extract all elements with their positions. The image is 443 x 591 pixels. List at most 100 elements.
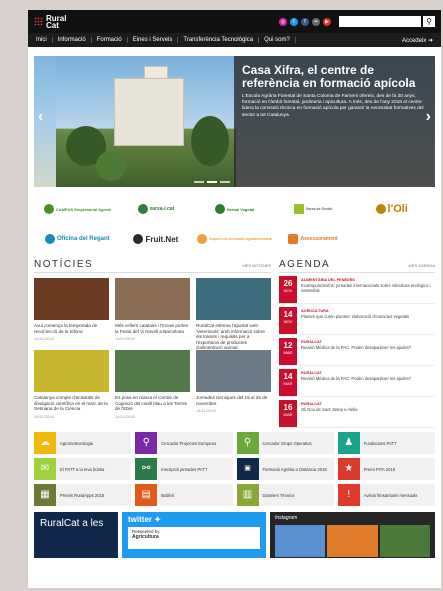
- link-dossiers[interactable]: ▥ Dossiers Tècnics: [236, 484, 334, 506]
- agenda-body: AGRICULTURA Plantes que curen plantes: el…: [297, 307, 435, 334]
- link-agrometeorologia[interactable]: ☁ Agrometeorologia: [34, 432, 132, 454]
- building: [114, 78, 184, 146]
- more-agenda-link[interactable]: MÉS AGENDA: [409, 263, 435, 268]
- news-image[interactable]: [34, 350, 109, 392]
- nav-item-inici[interactable]: Inici: [31, 37, 53, 43]
- access-label: Accedeix: [401, 37, 427, 44]
- link-projectes-europeus[interactable]: ⚲ Cercador Projectes Europeus: [135, 432, 233, 454]
- agenda-item[interactable]: 16 MAR RURALCAT Oli Nou de Sant Josep a Al…: [279, 400, 435, 428]
- news-card[interactable]: Es posa en marxa el Centre de Cognició d…: [115, 350, 190, 422]
- partner-label: CAMPUS Empresarial Agroal: [55, 206, 111, 212]
- agenda-date: 14 NOV: [279, 307, 297, 334]
- facebook-icon[interactable]: f: [301, 17, 309, 26]
- agenda-day: 16: [283, 403, 293, 412]
- news-card-title[interactable]: Catalunya compte d'activitats de divulga…: [34, 395, 109, 412]
- link-grups-operatius[interactable]: ⚲ Cercador Grups Operatius: [236, 432, 334, 454]
- agenda-title: AGENDA: [279, 259, 331, 270]
- link-inscripcio-jornades[interactable]: ⚯ Inscripció jornades PATT: [135, 458, 233, 480]
- partner-xarxa[interactable]: xarxa-i.cat: [117, 195, 196, 223]
- agenda-text[interactable]: EcoEspumósVins: jornades internacionals …: [301, 283, 431, 293]
- agenda-text[interactable]: Revisió Mèdica de la PAC: Poden desaparè…: [301, 376, 431, 381]
- news-card[interactable]: Catalunya compte d'activitats de divulga…: [34, 350, 109, 422]
- news-card-title[interactable]: Avui comença la temporada de recol·lecci…: [34, 323, 109, 334]
- agenda-item[interactable]: 12 MAR RURALCAT Revisió Mèdica de la PAC: …: [279, 338, 435, 366]
- link-butlleti[interactable]: ▤ Butlletí: [135, 484, 233, 506]
- search-icon[interactable]: ⚲: [423, 16, 435, 27]
- instagram-widget[interactable]: Instagram: [270, 512, 435, 558]
- news-image[interactable]: [115, 278, 190, 320]
- prev-slide-icon[interactable]: ‹: [38, 108, 43, 126]
- ruralcat-logo[interactable]: Rural Cat: [34, 14, 66, 30]
- partner-oli[interactable]: l'Oli: [352, 195, 431, 223]
- agenda-text[interactable]: Oli Nou de Sant Josep a Alella: [301, 407, 431, 412]
- partner-fruitnet[interactable]: Fruit.Net: [117, 225, 196, 253]
- nav-item-eines-serveis[interactable]: Eines i Serveis: [128, 37, 179, 43]
- youtube-icon[interactable]: ▶: [323, 17, 331, 26]
- tweet-user[interactable]: Agricultura: [132, 534, 256, 540]
- link-label: Agrometeorologia: [60, 440, 94, 446]
- news-header: NOTÍCIES MÉS NOTÍCIES: [34, 259, 271, 273]
- more-news-link[interactable]: MÉS NOTÍCIES: [242, 263, 271, 268]
- link-patt-bustia[interactable]: ✉ El PATT a la teva bústia: [34, 458, 132, 480]
- link-label: Premis RuralApps 2018: [60, 492, 105, 498]
- link-label: Formació Agrària a Distància 2018: [262, 466, 327, 472]
- twitter-icon[interactable]: t: [290, 17, 298, 26]
- news-card[interactable]: Avui comença la temporada de recol·lecci…: [34, 278, 109, 350]
- nav-item-transferencia[interactable]: Transferència Tecnològica: [178, 37, 260, 43]
- news-card[interactable]: RuralCat estrena l'apartat web 'Veterina…: [196, 278, 271, 358]
- agenda-header: AGENDA MÉS AGENDA: [279, 259, 435, 273]
- link-fad[interactable]: ▣ Formació Agrària a Distància 2018: [236, 458, 334, 480]
- news-card[interactable]: Jornades tècniques del 15 al 25 de novem…: [196, 350, 271, 422]
- news-card-title[interactable]: RuralCat estrena l'apartat web 'Veterina…: [196, 323, 271, 351]
- partner-assessorament[interactable]: Assessorament: [274, 225, 353, 253]
- access-button[interactable]: Accedeix ➜: [397, 37, 438, 44]
- next-slide-icon[interactable]: ›: [426, 108, 431, 126]
- partner-label: l'Oli: [387, 203, 408, 215]
- news-card-date: 14/11/2018: [196, 408, 216, 414]
- link-label: Cercador Projectes Europeus: [161, 440, 217, 446]
- agenda-item[interactable]: 26 NOV ALIMENTÀRIA DEL PENEDÈS EcoEspumósV…: [279, 276, 435, 304]
- news-image[interactable]: [196, 278, 271, 320]
- instagram-photo[interactable]: [327, 525, 378, 557]
- partner-innovacio[interactable]: Suport a la innovació agroalimentària: [195, 225, 274, 253]
- partner-campus[interactable]: CAMPUS Empresarial Agroal: [38, 195, 117, 223]
- logo-dots-icon: [34, 17, 43, 26]
- instagram-icon[interactable]: ◎: [279, 17, 287, 26]
- agenda-month: MAR: [283, 350, 293, 355]
- slider-dot[interactable]: [220, 181, 230, 183]
- nav-item-informacio[interactable]: Informació: [53, 37, 92, 43]
- link-avisos[interactable]: ! Avisos fitosanitaris mensuals: [337, 484, 435, 506]
- news-card[interactable]: Més cellers catalans i l'Incavi porten l…: [115, 278, 190, 350]
- instagram-photo[interactable]: [379, 525, 430, 557]
- partner-regant[interactable]: Oficina del Regant: [38, 225, 117, 253]
- agenda-text[interactable]: Plantes que curen plantes: elaboració d'…: [301, 314, 431, 319]
- partner-xarxa-gestio[interactable]: Xarxa de Gestió: [274, 195, 353, 223]
- news-image[interactable]: [115, 350, 190, 392]
- tree: [191, 116, 229, 166]
- agenda-day: 26: [283, 279, 293, 288]
- flickr-icon[interactable]: ••: [312, 17, 320, 26]
- twitter-widget[interactable]: twitter ✦ Retweeted by Agricultura: [122, 512, 266, 558]
- search-icon: ⚲: [135, 432, 158, 454]
- link-fundacions-patt[interactable]: ♟ Fundacions PATT: [337, 432, 435, 454]
- search-input[interactable]: [339, 16, 421, 27]
- nav-item-formacio[interactable]: Formació: [92, 37, 128, 43]
- news-card-title[interactable]: Jornades tècniques del 15 al 25 de novem…: [196, 395, 271, 406]
- logo-text-cat: Cat: [46, 20, 59, 30]
- tweet-card[interactable]: Retweeted by Agricultura: [128, 527, 260, 549]
- link-ruralapps[interactable]: ▦ Premis RuralApps 2018: [34, 484, 132, 506]
- news-image[interactable]: [34, 278, 109, 320]
- slider-dot-active[interactable]: [207, 181, 217, 183]
- nav-item-qui-som[interactable]: Qui som?: [259, 37, 296, 43]
- agenda-item[interactable]: 14 NOV AGRICULTURA Plantes que curen plant…: [279, 307, 435, 335]
- link-premi-pita[interactable]: ★ Premi PITA 2018: [337, 458, 435, 480]
- hero-title[interactable]: Casa Xifra, el centre de referència en f…: [242, 64, 427, 90]
- agenda-text[interactable]: Revisió Mèdica de la PAC: Poden desaparè…: [301, 345, 431, 350]
- news-image[interactable]: [196, 350, 271, 392]
- partner-herbal[interactable]: Herbal Vegetal: [195, 195, 274, 223]
- news-card-title[interactable]: Es posa en marxa el Centre de Cognició d…: [115, 395, 190, 412]
- slider-dot[interactable]: [194, 181, 204, 183]
- news-card-title[interactable]: Més cellers catalans i l'Incavi porten l…: [115, 323, 190, 334]
- instagram-photo[interactable]: [275, 525, 326, 557]
- agenda-item[interactable]: 14 MAR RURALCAT Revisió Mèdica de la PAC: …: [279, 369, 435, 397]
